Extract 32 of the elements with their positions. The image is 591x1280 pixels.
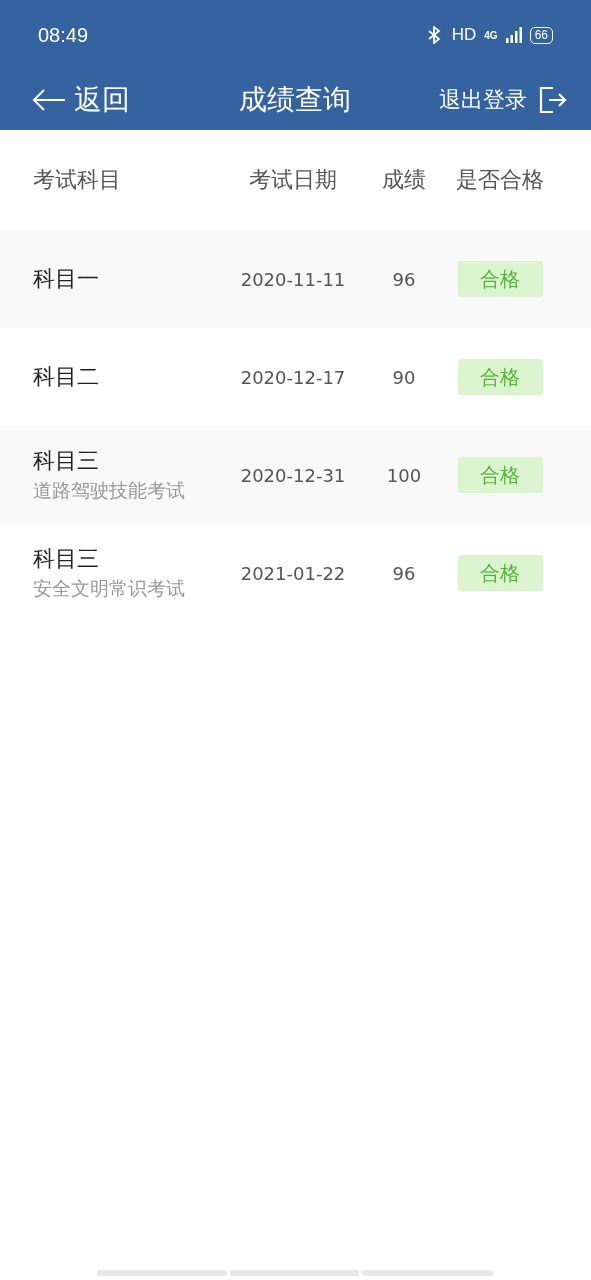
exam-score: 90 (392, 366, 416, 388)
exam-date: 2021-01-22 (240, 562, 346, 584)
subject-name: 科目三 (33, 545, 100, 573)
subject-name: 科目二 (33, 363, 100, 391)
exam-date: 2020-11-11 (240, 268, 346, 290)
result-badge: 合格 (457, 555, 543, 591)
result-badge: 合格 (457, 261, 543, 297)
subject-name: 科目三 (33, 447, 100, 475)
back-arrow-icon (32, 88, 66, 112)
exam-score: 100 (386, 464, 422, 486)
result-badge: 合格 (457, 457, 543, 493)
page-title: 成绩查询 (238, 83, 351, 117)
exam-date: 2020-12-17 (240, 366, 346, 388)
network-label: 4G (484, 29, 498, 41)
exam-score: 96 (392, 562, 416, 584)
hd-label: HD (451, 25, 477, 45)
logout-button[interactable]: 退出登录 (439, 85, 567, 115)
battery-level: 66 (529, 26, 553, 44)
signal-icon (505, 27, 522, 43)
subject-note: 安全文明常识考试 (33, 577, 186, 601)
column-header: 成绩 (382, 166, 426, 194)
logout-icon (539, 87, 567, 113)
back-button[interactable]: 返回 (32, 81, 130, 119)
result-badge: 合格 (457, 359, 543, 395)
exam-score: 96 (392, 268, 416, 290)
subject-note: 道路驾驶技能考试 (33, 479, 186, 503)
column-header: 考试科目 (33, 166, 122, 194)
status-time: 08:49 (38, 23, 89, 47)
column-header: 是否合格 (456, 166, 544, 194)
column-header: 考试日期 (249, 166, 337, 194)
subject-name: 科目一 (33, 265, 100, 293)
exam-date: 2020-12-31 (240, 464, 346, 486)
